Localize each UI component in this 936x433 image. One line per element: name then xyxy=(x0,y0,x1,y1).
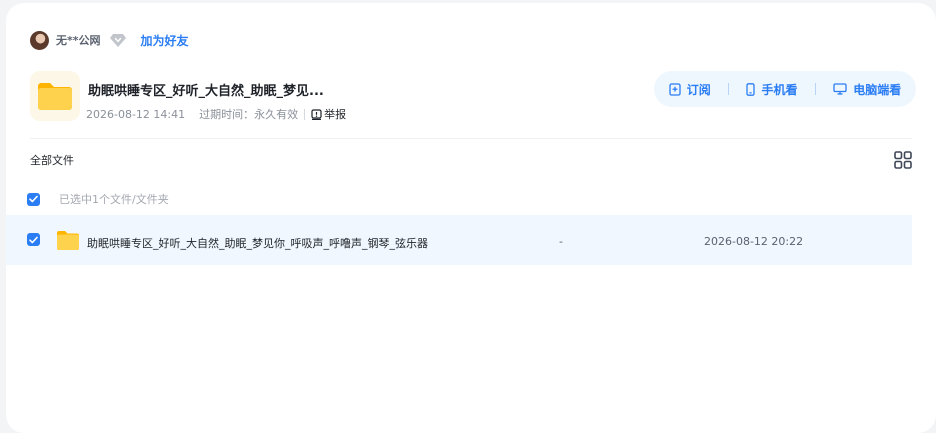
share-created-time: 2026-08-12 14:41 xyxy=(86,107,186,121)
mobile-view-button[interactable]: 手机看 xyxy=(746,81,798,98)
subscribe-label: 订阅 xyxy=(686,82,711,97)
view-actions: 订阅 手机看 电脑端看 xyxy=(654,71,916,107)
add-friend-link[interactable]: 加为好友 xyxy=(141,32,189,49)
header-divider xyxy=(30,138,912,139)
action-divider xyxy=(814,83,816,95)
breadcrumb-all-files[interactable]: 全部文件 xyxy=(30,152,74,168)
mobile-view-label: 手机看 xyxy=(761,82,798,97)
file-date: 2026-08-12 20:22 xyxy=(704,235,804,248)
row-checkbox[interactable] xyxy=(27,233,40,246)
table-row[interactable]: 助眠哄睡专区_好听_大自然_助眠_梦见你_呼吸声_呼噜声_钢琴_弦乐器 - 20… xyxy=(6,215,912,265)
username: 无**公网 xyxy=(56,34,101,47)
report-label: 举报 xyxy=(324,108,347,121)
checkmark-icon xyxy=(29,236,38,243)
diamond-vip-icon xyxy=(109,31,127,49)
subscribe-button[interactable]: 订阅 xyxy=(669,81,711,98)
folder-icon xyxy=(56,229,80,255)
pc-view-label: 电脑端看 xyxy=(853,82,902,97)
report-button[interactable]: 举报 xyxy=(311,106,346,122)
share-card: 无**公网 加为好友 助眠哄睡专区_好听_大自然_助眠_梦见... 2026-0… xyxy=(6,3,936,433)
select-all-row: 已选中1个文件/文件夹 xyxy=(27,191,169,207)
meta-divider xyxy=(304,108,306,120)
user-row: 无**公网 加为好友 xyxy=(30,30,189,50)
report-icon xyxy=(311,108,322,120)
expire-value: 永久有效 xyxy=(254,108,299,121)
grid-view-icon[interactable] xyxy=(894,151,912,169)
file-size: - xyxy=(559,235,563,248)
phone-icon xyxy=(746,82,756,96)
select-all-checkbox[interactable] xyxy=(27,192,40,206)
share-meta: 2026-08-12 14:41 过期时间： 永久有效 举报 xyxy=(86,106,346,122)
file-name[interactable]: 助眠哄睡专区_好听_大自然_助眠_梦见你_呼吸声_呼噜声_钢琴_弦乐器 xyxy=(87,235,428,251)
selection-summary: 已选中1个文件/文件夹 xyxy=(59,193,169,206)
share-title: 助眠哄睡专区_好听_大自然_助眠_梦见... xyxy=(88,84,324,99)
pc-view-button[interactable]: 电脑端看 xyxy=(833,81,901,98)
subscribe-icon xyxy=(669,82,681,96)
checkmark-icon xyxy=(29,195,38,203)
share-folder-icon xyxy=(30,71,80,121)
action-divider xyxy=(728,83,730,95)
avatar[interactable] xyxy=(30,30,49,50)
monitor-icon xyxy=(833,83,847,95)
expire-label: 过期时间： xyxy=(199,108,255,121)
